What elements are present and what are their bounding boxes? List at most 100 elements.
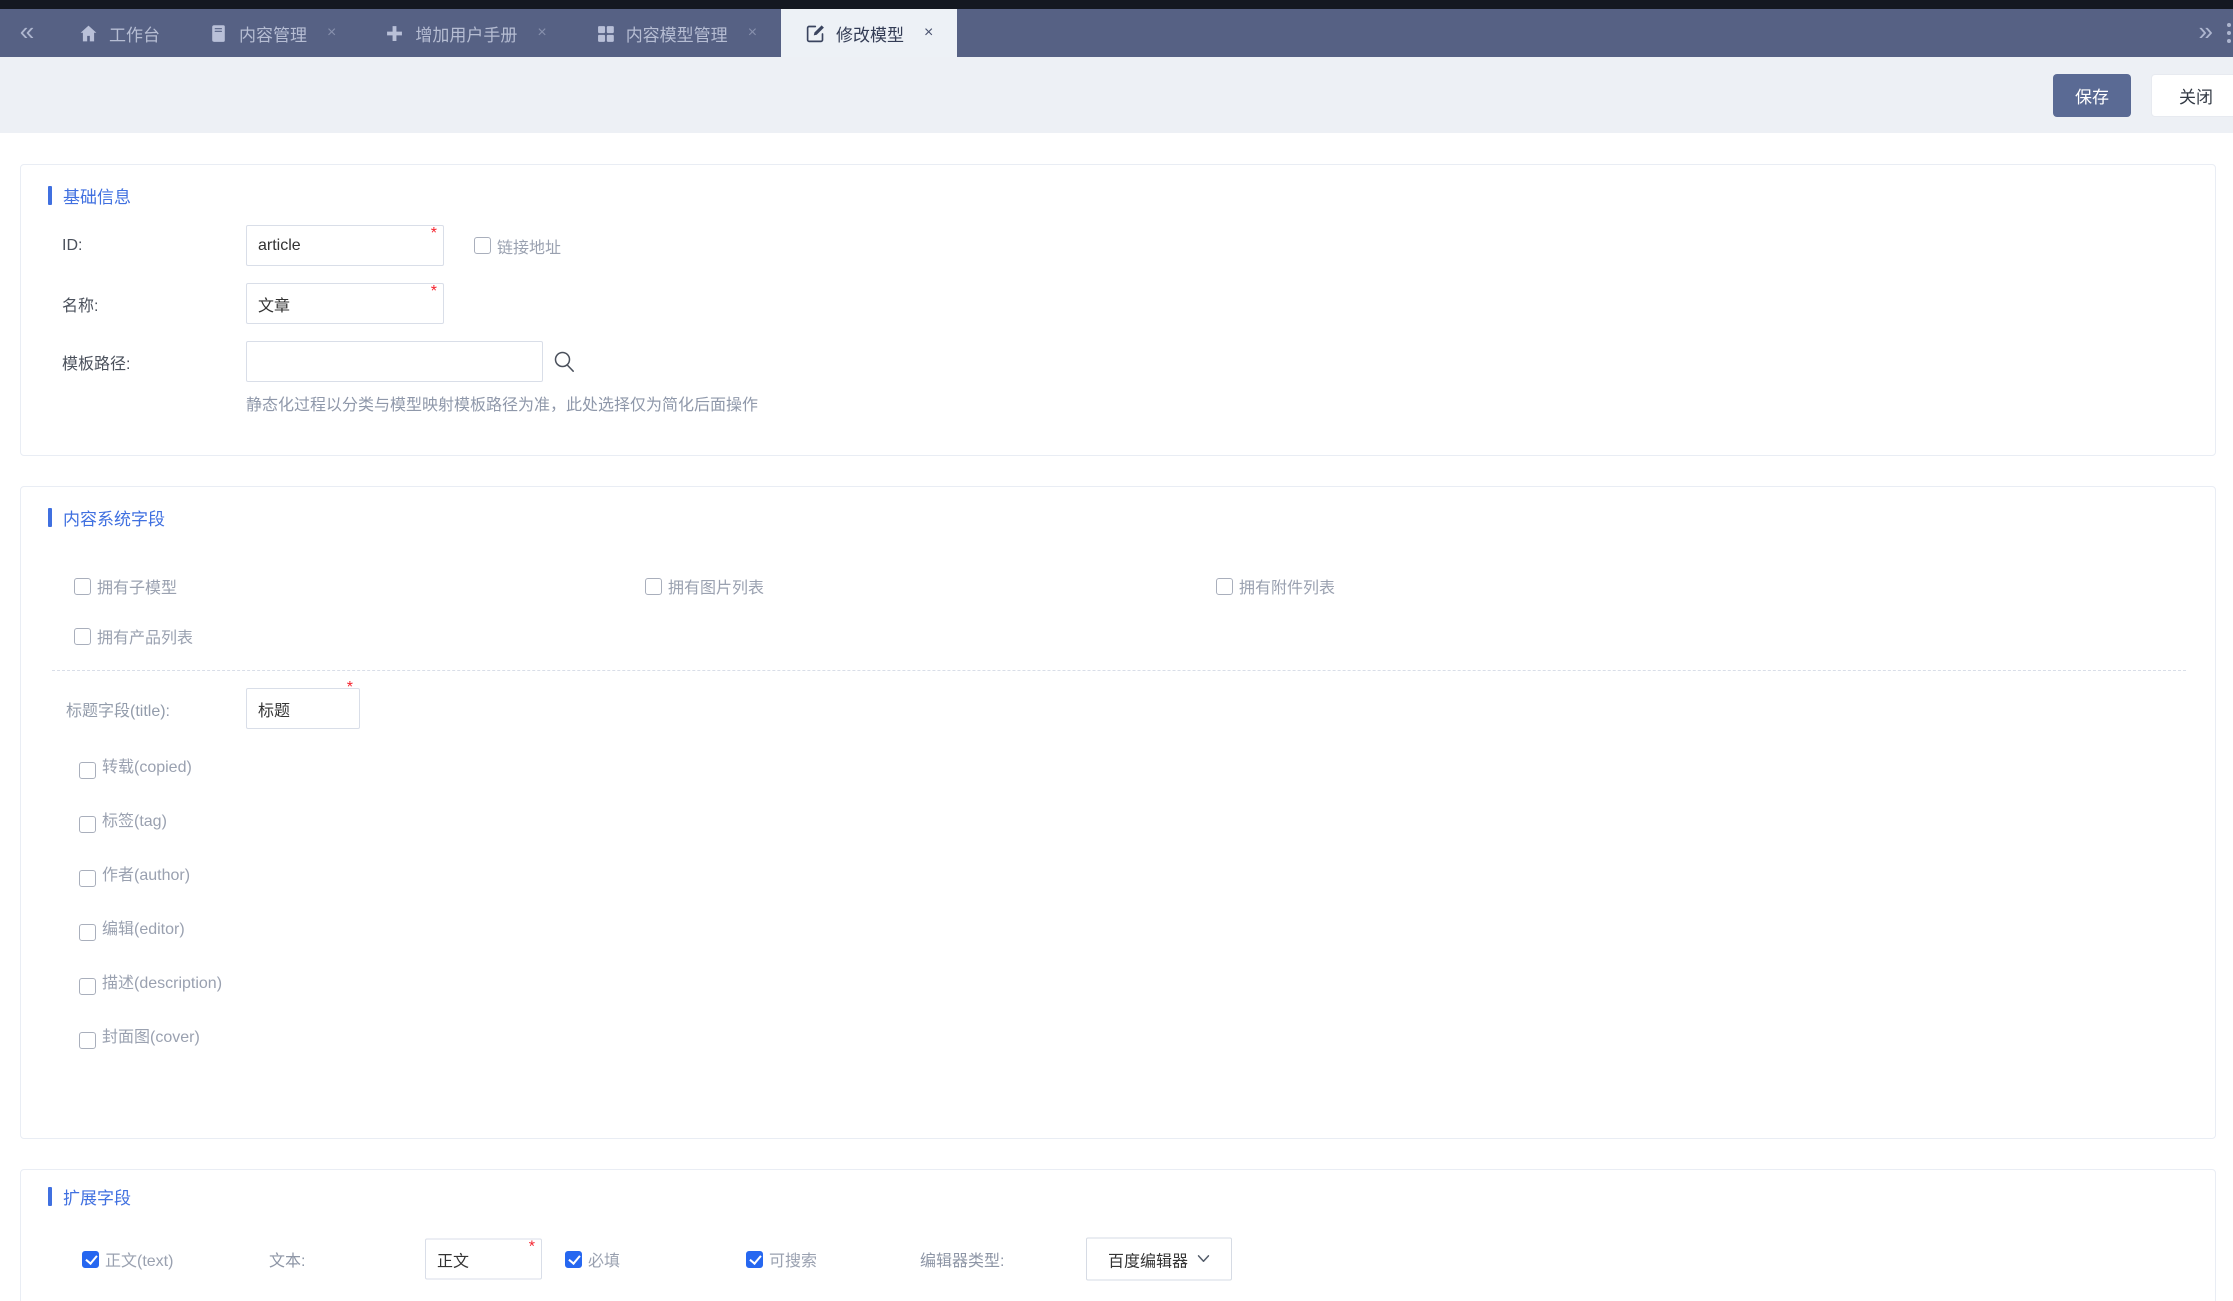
close-icon[interactable]: × xyxy=(537,24,546,42)
checkbox-label: 拥有附件列表 xyxy=(1239,580,1336,597)
close-icon[interactable]: × xyxy=(327,24,336,42)
tab-add-user-manual[interactable]: 增加用户手册 × xyxy=(360,9,570,57)
list-item: 作者(author) xyxy=(79,849,229,903)
tab-modify-model[interactable]: 修改模型 × xyxy=(781,9,958,57)
section-title-bar xyxy=(48,508,52,527)
tab-label: 内容模型管理 xyxy=(625,25,728,45)
text-input[interactable] xyxy=(425,1238,542,1280)
extension-field-row: 正文(text) 文本: * 必填 可搜索 编辑器类型: 百度编辑器 xyxy=(21,1233,2215,1285)
text-input-wrap: * xyxy=(425,1238,542,1280)
tabbar-right-controls: » xyxy=(2199,9,2233,57)
checkbox-label: 封面图(cover) xyxy=(102,1029,200,1046)
checkbox-box[interactable] xyxy=(565,1250,582,1268)
tab-label: 工作台 xyxy=(109,25,160,45)
template-path-row: 模板路径: xyxy=(62,341,2215,382)
checkbox-box[interactable] xyxy=(79,1031,96,1049)
save-button[interactable]: 保存 xyxy=(2053,73,2131,117)
tab-content-management[interactable]: 内容管理 × xyxy=(184,9,360,57)
copied-checkbox[interactable]: 转载(copied) xyxy=(79,754,192,781)
feature-checkbox-grid: 拥有子模型 拥有图片列表 拥有附件列表 拥有产品列表 xyxy=(21,574,2215,648)
optional-field-list: 转载(copied) 标签(tag) 作者(author) 编辑(editor) xyxy=(79,741,2215,1065)
grid-icon xyxy=(595,23,616,44)
required-marker: * xyxy=(430,283,437,300)
name-label: 名称: xyxy=(62,297,99,315)
checkbox-box[interactable] xyxy=(79,869,96,887)
checkbox-box[interactable] xyxy=(74,577,91,595)
section-title-extension: 扩展字段 xyxy=(21,1170,2215,1209)
edit-icon xyxy=(805,23,826,44)
page-content: 基础信息 ID: * 链接地址 名称: * 模板路径: xyxy=(0,133,2233,1301)
search-icon[interactable] xyxy=(552,349,578,375)
link-address-checkbox[interactable]: 链接地址 xyxy=(474,234,561,258)
has-submodel-checkbox[interactable]: 拥有子模型 xyxy=(74,574,645,598)
has-image-list-checkbox[interactable]: 拥有图片列表 xyxy=(645,574,1216,598)
editor-checkbox[interactable]: 编辑(editor) xyxy=(79,916,185,943)
expand-tabs-button[interactable]: » xyxy=(2199,18,2213,48)
top-strip xyxy=(0,0,2233,9)
template-path-label: 模板路径: xyxy=(62,355,131,373)
checkbox-box[interactable] xyxy=(74,627,91,645)
id-label: ID: xyxy=(62,236,83,254)
checkbox-label: 可搜索 xyxy=(769,1253,818,1270)
section-title-text: 扩展字段 xyxy=(63,1189,131,1208)
checkbox-box[interactable] xyxy=(474,237,491,254)
tab-workbench[interactable]: 工作台 xyxy=(54,9,184,57)
name-input[interactable] xyxy=(246,283,444,324)
title-field-label: 标题字段(title): xyxy=(66,702,171,720)
author-checkbox[interactable]: 作者(author) xyxy=(79,862,190,889)
required-marker: * xyxy=(346,679,353,696)
section-title-bar xyxy=(48,1187,52,1206)
has-product-list-checkbox[interactable]: 拥有产品列表 xyxy=(74,624,645,648)
list-item: 描述(description) xyxy=(79,957,229,1011)
dashed-divider xyxy=(52,670,2186,671)
checkbox-box[interactable] xyxy=(79,923,96,941)
tab-content-model-management[interactable]: 内容模型管理 × xyxy=(571,9,781,57)
checkbox-label: 拥有图片列表 xyxy=(668,580,765,597)
name-row: 名称: * xyxy=(62,283,2215,324)
tag-checkbox[interactable]: 标签(tag) xyxy=(79,808,167,835)
id-row: ID: * 链接地址 xyxy=(62,225,2215,266)
close-icon[interactable]: × xyxy=(924,24,933,42)
extension-fields-card: 扩展字段 正文(text) 文本: * 必填 可搜索 编辑器类型: xyxy=(20,1169,2216,1301)
title-field-input[interactable] xyxy=(246,688,360,729)
editor-type-select[interactable]: 百度编辑器 xyxy=(1086,1237,1232,1281)
tab-label: 修改模型 xyxy=(836,25,905,45)
name-input-wrap: * xyxy=(246,283,444,324)
list-item: 转载(copied) xyxy=(79,741,229,795)
description-checkbox[interactable]: 描述(description) xyxy=(79,970,222,997)
checkbox-box[interactable] xyxy=(79,761,96,779)
close-icon[interactable]: × xyxy=(748,24,757,42)
checkbox-box[interactable] xyxy=(79,815,96,833)
required-marker: * xyxy=(528,1238,535,1256)
checkbox-box[interactable] xyxy=(1216,577,1233,595)
text-field-checkbox[interactable]: 正文(text) xyxy=(82,1247,173,1271)
tab-bar: « 工作台 内容管理 × 增加用户手册 × 内容模型管理 × 修改模型 × » xyxy=(0,9,2233,57)
checkbox-box[interactable] xyxy=(746,1250,763,1268)
home-icon xyxy=(78,23,99,44)
section-title-text: 基础信息 xyxy=(63,188,131,207)
editor-type-value: 百度编辑器 xyxy=(1107,1253,1188,1270)
action-toolbar: 保存 关闭 xyxy=(0,57,2233,133)
list-item: 封面图(cover) xyxy=(79,1011,229,1065)
list-item: 编辑(editor) xyxy=(79,903,229,957)
tab-label: 内容管理 xyxy=(239,25,307,45)
section-title-basic: 基础信息 xyxy=(21,165,2215,208)
text-label: 文本: xyxy=(269,1253,306,1270)
editor-type-label: 编辑器类型: xyxy=(920,1253,1005,1270)
collapse-tabs-button[interactable]: « xyxy=(0,9,54,57)
cover-checkbox[interactable]: 封面图(cover) xyxy=(79,1024,200,1051)
section-title-bar xyxy=(48,186,52,205)
required-checkbox[interactable]: 必填 xyxy=(565,1247,620,1271)
id-input[interactable] xyxy=(246,225,444,266)
checkbox-box[interactable] xyxy=(79,977,96,995)
checkbox-box[interactable] xyxy=(645,577,662,595)
content-system-fields-card: 内容系统字段 拥有子模型 拥有图片列表 拥有附件列表 拥有产品列表 标题字段(t… xyxy=(20,486,2216,1139)
id-input-wrap: * xyxy=(246,225,444,266)
checkbox-box[interactable] xyxy=(82,1250,99,1268)
template-path-input[interactable] xyxy=(246,341,543,382)
tab-overflow-menu-icon[interactable] xyxy=(2227,9,2233,57)
searchable-checkbox[interactable]: 可搜索 xyxy=(746,1247,817,1271)
has-attachment-list-checkbox[interactable]: 拥有附件列表 xyxy=(1216,574,2215,598)
close-button[interactable]: 关闭 xyxy=(2151,73,2233,117)
title-field-input-wrap: * xyxy=(246,680,360,729)
